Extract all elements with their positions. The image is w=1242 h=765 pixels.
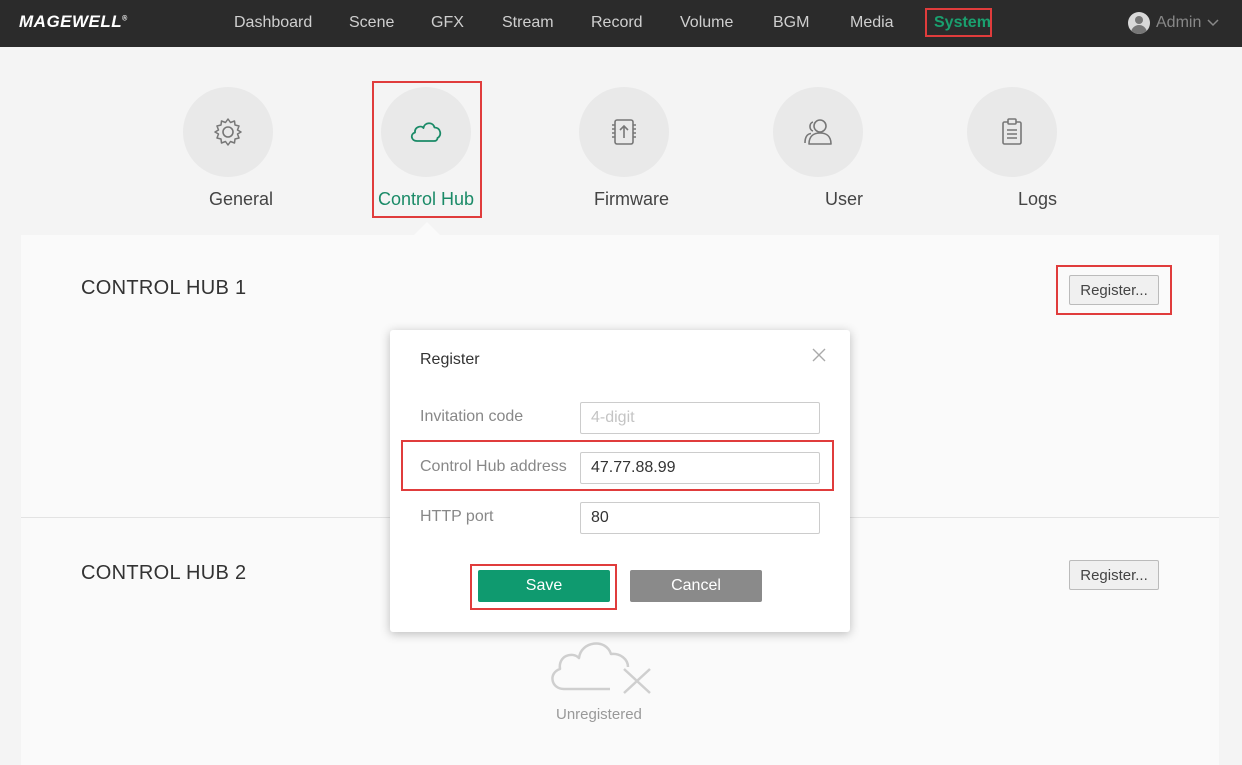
tab-general[interactable]: General	[183, 87, 273, 210]
tab-general-label: General	[208, 189, 273, 209]
tab-firmware-circle	[579, 87, 669, 177]
tab-control-hub-highlight	[372, 81, 482, 218]
user-name: Admin	[1156, 14, 1202, 31]
tab-logs-circle	[967, 87, 1057, 177]
chevron-down-icon	[1207, 19, 1219, 27]
nav-record[interactable]: Record	[591, 13, 643, 33]
cancel-button[interactable]: Cancel	[630, 570, 762, 602]
cloud-disconnected-icon	[551, 642, 651, 694]
hub2-status: Unregistered	[556, 706, 642, 723]
nav-volume[interactable]: Volume	[680, 13, 733, 33]
nav-media[interactable]: Media	[850, 13, 894, 33]
nav-bgm[interactable]: BGM	[773, 13, 809, 33]
tab-pointer	[414, 222, 440, 235]
http-port-label: HTTP port	[420, 508, 494, 525]
hub1-register-highlight	[1056, 265, 1172, 315]
clipboard-icon	[1002, 118, 1022, 145]
nav-dashboard[interactable]: Dashboard	[234, 13, 312, 33]
tab-logs[interactable]: Logs	[967, 87, 1057, 210]
hub1-title: CONTROL HUB 1	[81, 277, 247, 299]
hub2-register-button[interactable]: Register...	[1069, 560, 1159, 590]
hub2-title: CONTROL HUB 2	[81, 562, 247, 584]
nav-scene[interactable]: Scene	[349, 13, 394, 33]
tab-general-circle	[183, 87, 273, 177]
tab-user[interactable]: User	[773, 87, 863, 210]
nav-stream[interactable]: Stream	[502, 13, 554, 33]
users-icon	[804, 119, 832, 145]
tab-firmware-label: Firmware	[594, 189, 669, 209]
firmware-chip-icon	[612, 119, 636, 145]
save-button[interactable]: Save	[478, 570, 610, 602]
user-menu[interactable]: Admin	[1128, 11, 1219, 35]
tab-logs-label: Logs	[1017, 189, 1057, 209]
invitation-code-label: Invitation code	[420, 408, 524, 425]
tab-user-label: User	[824, 189, 863, 209]
register-dialog: Register Invitation code Control Hub add…	[390, 330, 850, 632]
invitation-code-input[interactable]	[580, 402, 820, 434]
brand-logo: MAGEWELL®	[19, 12, 128, 31]
gear-icon	[214, 118, 242, 146]
control-hub-address-label: Control Hub address	[420, 458, 567, 475]
tab-firmware[interactable]: Firmware	[579, 87, 669, 210]
http-port-input[interactable]	[580, 502, 820, 534]
nav-gfx[interactable]: GFX	[431, 13, 464, 33]
close-icon[interactable]	[810, 346, 828, 364]
nav-system-highlight	[925, 8, 992, 37]
avatar	[1128, 12, 1150, 34]
dialog-title: Register	[420, 351, 480, 368]
tab-user-circle	[773, 87, 863, 177]
top-nav-bar: MAGEWELL® Dashboard Scene GFX Stream Rec…	[0, 0, 1242, 47]
control-hub-address-input[interactable]	[580, 452, 820, 484]
